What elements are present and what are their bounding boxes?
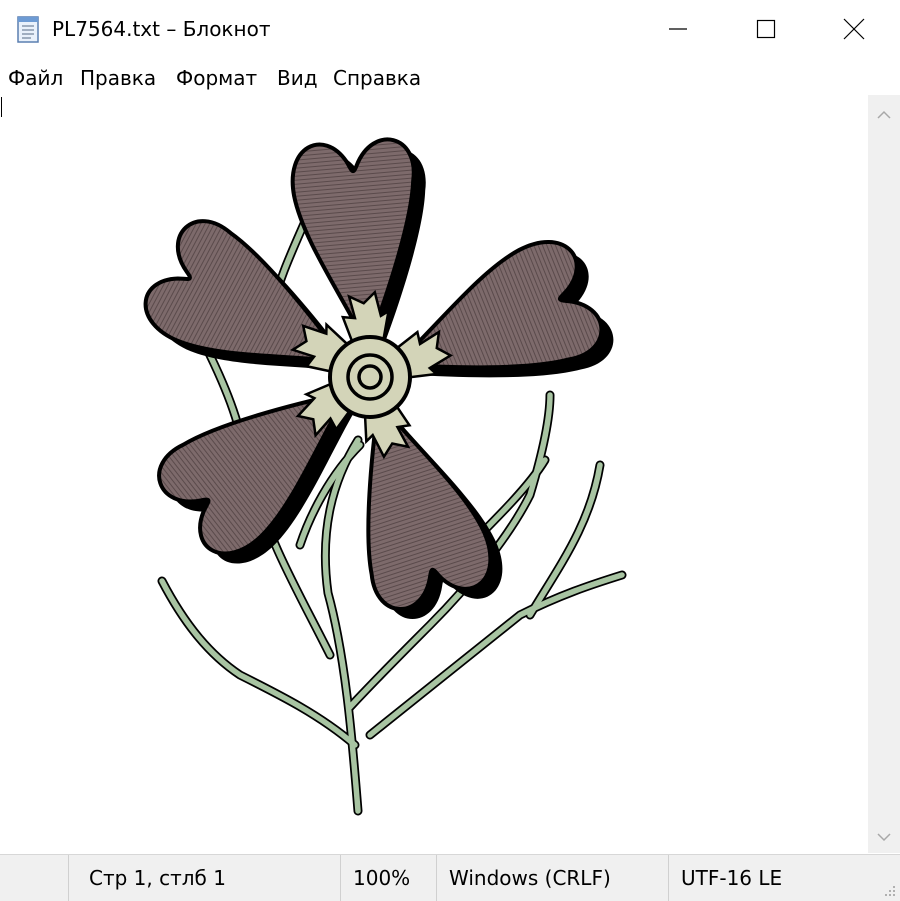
flower-illustration bbox=[0, 134, 627, 816]
scroll-up-button[interactable] bbox=[868, 97, 900, 133]
resize-grip-icon[interactable] bbox=[880, 881, 898, 899]
menu-edit[interactable]: Правка bbox=[80, 63, 156, 93]
status-cursor-position: Стр 1, стлб 1 bbox=[68, 855, 340, 901]
status-zoom: 100% bbox=[340, 855, 436, 901]
close-button[interactable] bbox=[808, 0, 900, 58]
status-line-endings: Windows (CRLF) bbox=[436, 855, 668, 901]
chevron-up-icon bbox=[877, 110, 891, 119]
status-encoding: UTF-16 LE bbox=[668, 855, 900, 901]
status-bar: Стр 1, стлб 1 100% Windows (CRLF) UTF-16… bbox=[0, 854, 900, 901]
close-icon bbox=[843, 18, 865, 40]
notepad-icon bbox=[17, 16, 39, 43]
menu-bar: Файл Правка Формат Вид Справка bbox=[0, 60, 900, 94]
window-title: PL7564.txt – Блокнот bbox=[52, 17, 271, 41]
text-caret bbox=[1, 97, 2, 117]
title-bar[interactable]: PL7564.txt – Блокнот bbox=[0, 0, 900, 58]
minimize-button[interactable] bbox=[632, 0, 724, 58]
text-editor[interactable] bbox=[0, 95, 868, 853]
chevron-down-icon bbox=[877, 833, 891, 842]
maximize-button[interactable] bbox=[720, 0, 812, 58]
minimize-icon bbox=[669, 28, 687, 30]
menu-view[interactable]: Вид bbox=[277, 63, 318, 93]
vertical-scrollbar[interactable] bbox=[868, 95, 900, 853]
scroll-down-button[interactable] bbox=[868, 819, 900, 855]
menu-help[interactable]: Справка bbox=[333, 63, 421, 93]
menu-file[interactable]: Файл bbox=[8, 63, 63, 93]
menu-format[interactable]: Формат bbox=[176, 63, 257, 93]
maximize-icon bbox=[756, 19, 776, 39]
